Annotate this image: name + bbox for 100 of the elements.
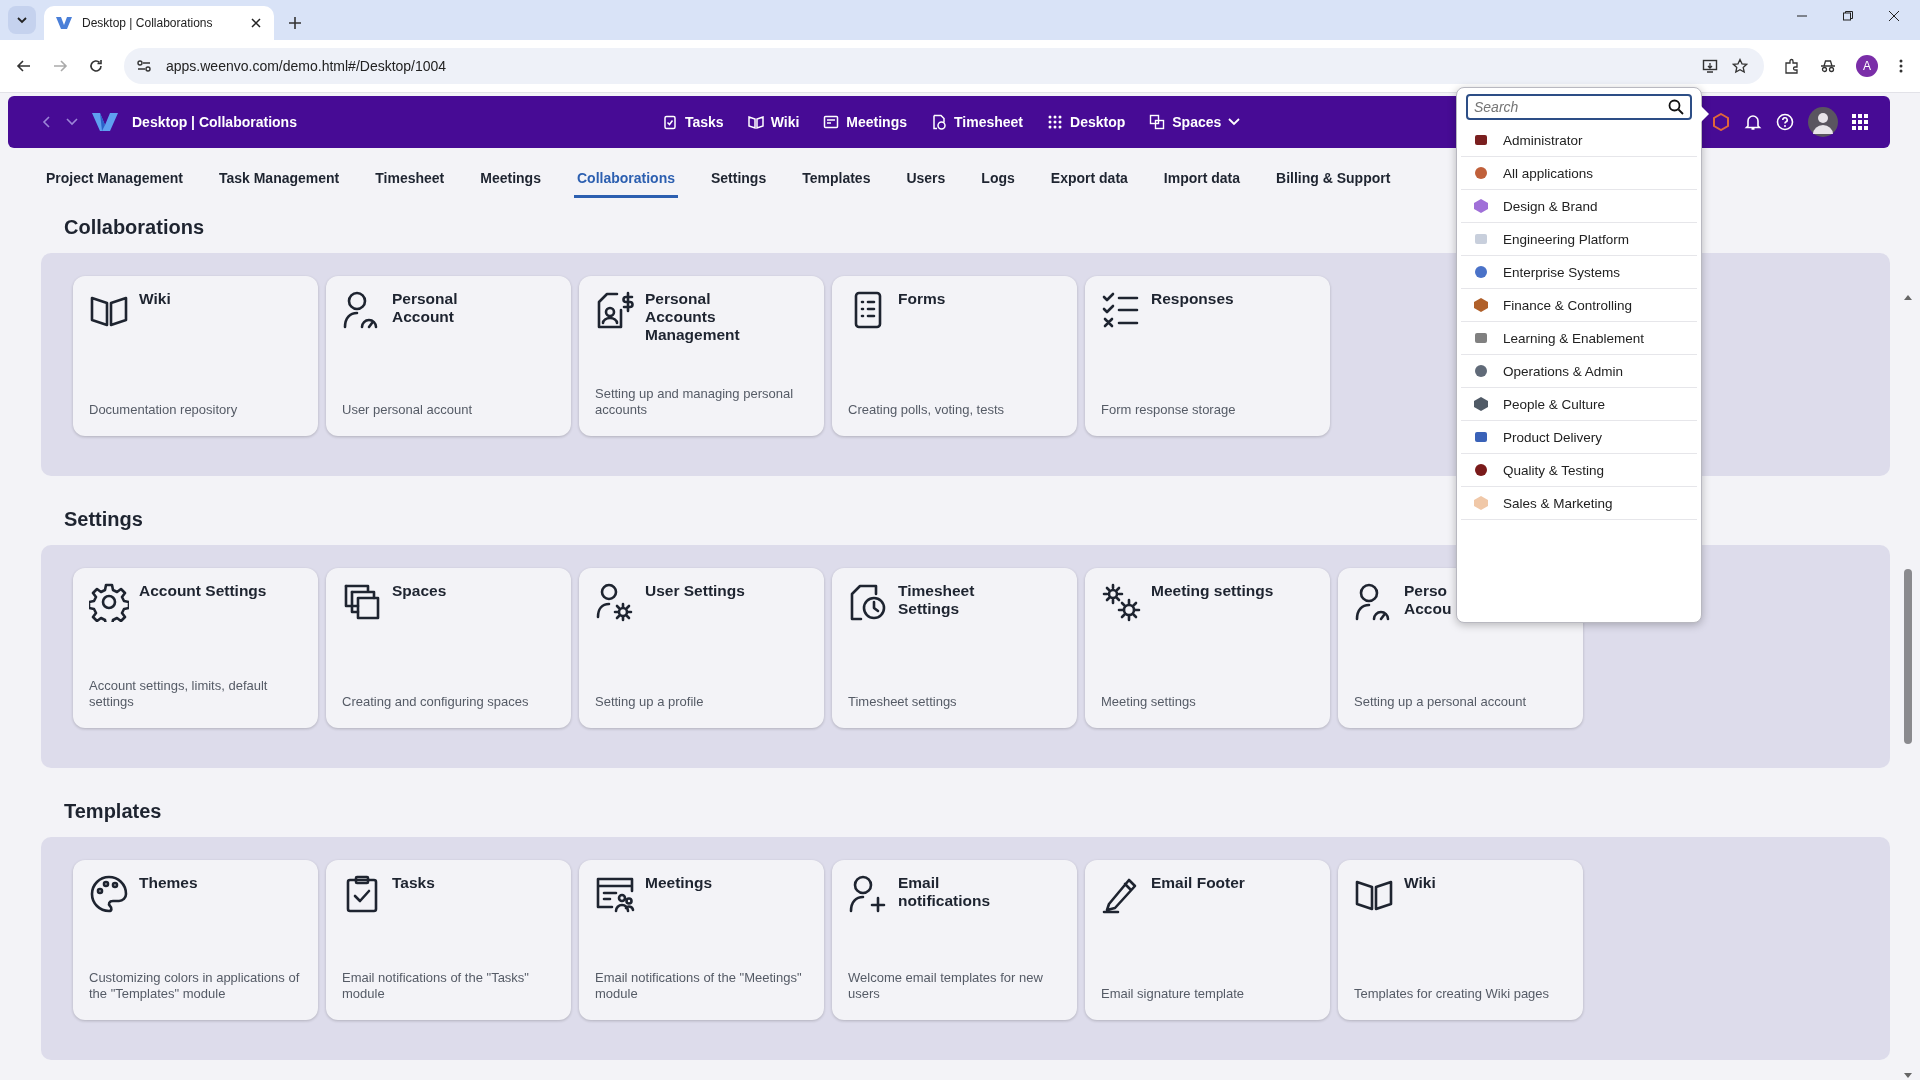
- section-tab[interactable]: Project Management: [43, 148, 186, 198]
- menu-item[interactable]: Learning & Enablement: [1461, 322, 1697, 355]
- search-field[interactable]: Search: [1466, 94, 1692, 120]
- app-tile[interactable]: Themes Customizing colors in applications of the "Templates" module: [73, 860, 318, 1020]
- layers-icon: [342, 582, 382, 622]
- nav-link[interactable]: Desktop: [1047, 110, 1126, 134]
- tile-title: Themes: [139, 874, 198, 892]
- app-tile[interactable]: Wiki Templates for creating Wiki pages: [1338, 860, 1583, 1020]
- menu-item[interactable]: Enterprise Systems: [1461, 256, 1697, 289]
- nav-link[interactable]: Timesheet: [931, 110, 1023, 134]
- app-tile[interactable]: Wiki Documentation repository: [73, 276, 318, 436]
- document-clock-icon: [931, 114, 947, 130]
- tile-title: Meetings: [645, 874, 713, 892]
- menu-item[interactable]: Design & Brand: [1461, 190, 1697, 223]
- tile-description: Creating polls, voting, tests: [848, 402, 1006, 418]
- app-tile[interactable]: Meeting settings Meeting settings: [1085, 568, 1330, 728]
- document-clock-icon: [848, 582, 888, 622]
- menu-item[interactable]: Sales & Marketing: [1461, 487, 1697, 520]
- new-tab-icon[interactable]: [288, 16, 302, 30]
- nav-link[interactable]: Meetings: [823, 110, 907, 134]
- menu-item[interactable]: Product Delivery: [1461, 421, 1697, 454]
- app-tile[interactable]: User Settings Setting up a profile: [579, 568, 824, 728]
- apps-grid-icon[interactable]: [1852, 114, 1868, 130]
- scroll-down-icon[interactable]: [1903, 1072, 1913, 1080]
- site-settings-icon[interactable]: [136, 58, 152, 74]
- back-icon[interactable]: [16, 58, 32, 74]
- section-tab[interactable]: Billing & Support: [1273, 148, 1394, 198]
- hexagon-app-icon[interactable]: [1712, 113, 1730, 131]
- app-tile[interactable]: Email notifications Welcome email templates for new users: [832, 860, 1077, 1020]
- star-icon[interactable]: [1732, 58, 1748, 74]
- tile-title: Email Footer: [1151, 874, 1245, 892]
- tab-list-button[interactable]: [8, 6, 36, 34]
- tile-description: Templates for creating Wiki pages: [1354, 986, 1551, 1002]
- tile-description: Account settings, limits, default settings: [89, 678, 269, 710]
- tab-title: Desktop | Collaborations: [82, 16, 214, 30]
- extensions-icon[interactable]: [1784, 58, 1800, 74]
- reload-icon[interactable]: [88, 58, 104, 74]
- section-title: Templates: [64, 800, 162, 823]
- section-tab[interactable]: Task Management: [215, 148, 343, 198]
- app-tile[interactable]: Meetings Email notifications of the "Meetings" module: [579, 860, 824, 1020]
- app-tile[interactable]: Forms Creating polls, voting, tests: [832, 276, 1077, 436]
- tile-title: User Settings: [645, 582, 745, 600]
- section-tab[interactable]: Timesheet: [372, 148, 448, 198]
- tile-title: Wiki: [1404, 874, 1436, 892]
- section-tab[interactable]: Export data: [1047, 148, 1131, 198]
- nav-link[interactable]: Spaces: [1149, 110, 1241, 134]
- section-tab[interactable]: Meetings: [477, 148, 544, 198]
- menu-item[interactable]: Finance & Controlling: [1461, 289, 1697, 322]
- menu-item[interactable]: Administrator: [1461, 124, 1697, 157]
- book-icon: [747, 114, 764, 130]
- menu-item[interactable]: All applications: [1461, 157, 1697, 190]
- tile-description: Setting up a personal account: [1354, 694, 1527, 710]
- menu-item[interactable]: Quality & Testing: [1461, 454, 1697, 487]
- app-tile[interactable]: Spaces Creating and configuring spaces: [326, 568, 571, 728]
- section-tab[interactable]: Settings: [708, 148, 770, 198]
- profile-avatar[interactable]: A: [1856, 55, 1878, 77]
- app-tile[interactable]: Account Settings Account settings, limits, default settings: [73, 568, 318, 728]
- install-icon[interactable]: [1702, 58, 1718, 74]
- help-icon[interactable]: [1776, 113, 1794, 131]
- chevron-down-icon[interactable]: [66, 117, 78, 127]
- tile-title: Responses: [1151, 290, 1234, 308]
- tile-title: Tasks: [392, 874, 435, 892]
- tile-description: Documentation repository: [89, 402, 239, 418]
- menu-item[interactable]: Engineering Platform: [1461, 223, 1697, 256]
- close-icon[interactable]: [1888, 10, 1900, 22]
- browser-tab[interactable]: Desktop | Collaborations: [44, 6, 274, 40]
- section-title: Settings: [64, 508, 143, 531]
- app-logo-icon[interactable]: [92, 113, 118, 131]
- app-tile[interactable]: Email Footer Email signature template: [1085, 860, 1330, 1020]
- tile-description: Meeting settings: [1101, 694, 1197, 710]
- close-icon[interactable]: [250, 17, 262, 29]
- menu-item[interactable]: People & Culture: [1461, 388, 1697, 421]
- site-logo-icon: [56, 17, 72, 29]
- section-tab[interactable]: Templates: [799, 148, 874, 198]
- menu-item[interactable]: Operations & Admin: [1461, 355, 1697, 388]
- app-tile[interactable]: Personal Accounts Management Setting up and managing personal accounts: [579, 276, 824, 436]
- tile-title: Personal Accounts Management: [645, 290, 740, 344]
- scrollbar-thumb[interactable]: [1904, 569, 1912, 744]
- scroll-up-icon[interactable]: [1903, 293, 1913, 301]
- tile-title: Meeting settings: [1151, 582, 1274, 600]
- app-tile[interactable]: Timesheet Settings Timesheet settings: [832, 568, 1077, 728]
- search-icon[interactable]: [1668, 99, 1684, 115]
- more-icon[interactable]: [1898, 58, 1904, 74]
- restore-icon[interactable]: [1842, 10, 1854, 22]
- tile-description: Email notifications of the "Tasks" module: [342, 970, 530, 1002]
- address-field[interactable]: apps.weenvo.com/demo.html#/Desktop/1004: [124, 48, 1764, 84]
- app-tile[interactable]: Responses Form response storage: [1085, 276, 1330, 436]
- section-tab[interactable]: Collaborations: [573, 148, 678, 198]
- checklist-icon: [1101, 290, 1141, 330]
- nav-link[interactable]: Wiki: [747, 110, 800, 134]
- section-tab[interactable]: Logs: [978, 148, 1018, 198]
- section-tab[interactable]: Users: [903, 148, 949, 198]
- tile-description: Setting up a profile: [595, 694, 705, 710]
- nav-link[interactable]: Tasks: [662, 110, 724, 134]
- user-avatar[interactable]: [1808, 107, 1838, 137]
- notification-bell-icon[interactable]: [1744, 113, 1762, 131]
- app-tile[interactable]: Tasks Email notifications of the "Tasks" module: [326, 860, 571, 1020]
- person-gear-icon: [595, 582, 635, 622]
- app-tile[interactable]: Personal Account User personal account: [326, 276, 571, 436]
- section-tab[interactable]: Import data: [1160, 148, 1244, 198]
